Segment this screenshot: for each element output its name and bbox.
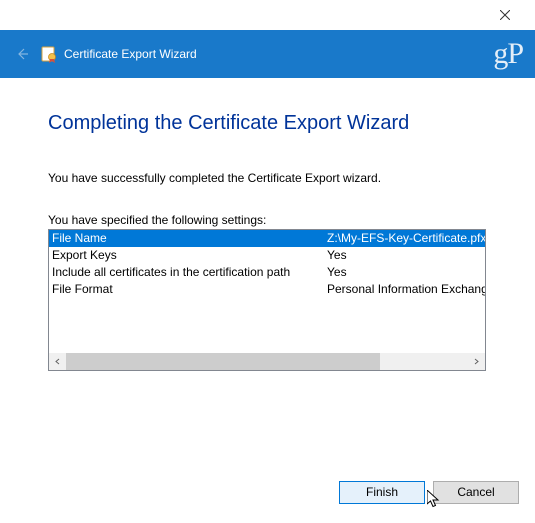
button-row: Finish Cancel [0, 475, 535, 523]
wizard-window: Certificate Export Wizard gP Completing … [0, 0, 535, 523]
wizard-header: Certificate Export Wizard gP [0, 30, 535, 78]
settings-row-label: File Format [49, 281, 327, 298]
settings-label: You have specified the following setting… [48, 213, 491, 227]
titlebar [0, 0, 535, 30]
watermark-logo: gP [493, 30, 523, 78]
settings-row-label: Include all certificates in the certific… [49, 264, 327, 281]
wizard-title: Certificate Export Wizard [64, 47, 197, 61]
finish-button[interactable]: Finish [339, 481, 425, 504]
scrollbar-track[interactable] [66, 353, 468, 370]
settings-row-label: Export Keys [49, 247, 327, 264]
back-arrow-icon [14, 46, 30, 62]
settings-row[interactable]: Export KeysYes [49, 247, 485, 264]
chevron-right-icon [473, 358, 480, 365]
settings-row-value: Yes [327, 247, 485, 264]
cancel-button[interactable]: Cancel [433, 481, 519, 504]
chevron-left-icon [54, 358, 61, 365]
scroll-right-button[interactable] [468, 353, 485, 370]
scroll-left-button[interactable] [49, 353, 66, 370]
settings-row[interactable]: File FormatPersonal Information Exchange… [49, 281, 485, 298]
horizontal-scrollbar[interactable] [49, 353, 485, 370]
settings-row-value: Personal Information Exchange (*.pfx) [327, 281, 485, 298]
settings-row-value: Z:\My-EFS-Key-Certificate.pfx [327, 230, 485, 247]
settings-listview[interactable]: File NameZ:\My-EFS-Key-Certificate.pfxEx… [48, 229, 486, 371]
close-button[interactable] [485, 0, 525, 30]
completion-message: You have successfully completed the Cert… [48, 171, 491, 185]
back-button[interactable] [12, 44, 32, 64]
settings-row[interactable]: Include all certificates in the certific… [49, 264, 485, 281]
wizard-content: Completing the Certificate Export Wizard… [0, 78, 535, 475]
scrollbar-thumb[interactable] [66, 353, 380, 370]
settings-row-label: File Name [49, 230, 327, 247]
close-icon [500, 10, 510, 20]
settings-row-value: Yes [327, 264, 485, 281]
settings-row[interactable]: File NameZ:\My-EFS-Key-Certificate.pfx [49, 230, 485, 247]
page-heading: Completing the Certificate Export Wizard [48, 112, 491, 135]
certificate-icon [40, 45, 58, 63]
